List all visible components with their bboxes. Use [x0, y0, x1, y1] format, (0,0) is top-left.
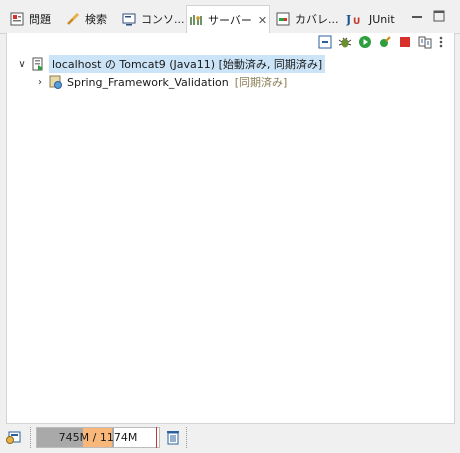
start-server-icon[interactable] [358, 35, 372, 49]
junit-icon: JU [345, 12, 364, 27]
web-module-icon [49, 75, 63, 89]
tree-row-module[interactable]: › Spring_Framework_Validation [同期済み] [15, 73, 454, 91]
coverage-icon [276, 12, 290, 26]
svg-text:U: U [353, 17, 360, 26]
maximize-icon[interactable] [432, 9, 446, 23]
tab-label: カバレ... [295, 13, 339, 26]
search-icon [66, 12, 80, 26]
heap-status-bar[interactable]: 745M / 1174M [36, 427, 160, 448]
servers-icon [189, 13, 203, 27]
tab-junit[interactable]: JU JUnit [344, 6, 397, 32]
stop-server-icon[interactable] [398, 35, 412, 49]
view-menu-icon[interactable] [438, 35, 444, 49]
tree-row-server[interactable]: ∨ localhost の Tomcat9 (Java11) [始動済み, 同期… [15, 55, 454, 73]
tab-search[interactable]: 検索 [64, 6, 109, 32]
view-tab-bar: 問題 検索 コンソ... サーバー ✕ カバレ... JU JUnit [0, 0, 460, 35]
chevron-right-icon[interactable]: › [33, 77, 47, 88]
publish-icon[interactable] [418, 35, 432, 49]
heap-text: 745M / 1174M [58, 431, 138, 444]
debug-icon[interactable] [338, 35, 352, 49]
module-state: [同期済み] [234, 76, 288, 89]
collapse-all-icon[interactable] [318, 35, 332, 49]
server-tree: ∨ localhost の Tomcat9 (Java11) [始動済み, 同期… [15, 55, 454, 91]
tab-label: JUnit [369, 12, 395, 26]
server-label: localhost の Tomcat9 (Java11) [52, 58, 216, 71]
minimize-icon[interactable] [410, 9, 424, 23]
view-toolbar [318, 35, 444, 49]
module-label: Spring_Framework_Validation [67, 75, 229, 89]
chevron-down-icon[interactable]: ∨ [15, 59, 29, 70]
tomcat-server-icon [31, 57, 45, 71]
tab-label: 検索 [85, 13, 107, 26]
heap-max-marker [156, 427, 157, 448]
status-divider [186, 427, 189, 448]
server-state: [始動済み, 同期済み] [218, 58, 323, 71]
console-icon [122, 12, 136, 26]
garbage-collect-icon[interactable] [165, 429, 181, 445]
servers-view: ∨ localhost の Tomcat9 (Java11) [始動済み, 同期… [6, 33, 455, 424]
tab-label: コンソ... [141, 13, 185, 26]
tab-label: サーバー [208, 14, 252, 27]
tab-label: 問題 [29, 13, 51, 26]
tab-coverage[interactable]: カバレ... [274, 6, 341, 32]
close-tab-icon[interactable]: ✕ [258, 14, 267, 27]
tab-problems[interactable]: 問題 [8, 6, 53, 32]
svg-text:J: J [346, 13, 351, 26]
show-view-icon[interactable] [5, 429, 21, 445]
status-bar: 745M / 1174M [0, 424, 460, 453]
tab-servers[interactable]: サーバー ✕ [186, 5, 271, 35]
server-label-selection: localhost の Tomcat9 (Java11) [始動済み, 同期済み… [49, 55, 326, 73]
tab-console[interactable]: コンソ... [120, 6, 187, 32]
problems-icon [10, 12, 24, 26]
status-divider [30, 427, 33, 448]
profile-icon[interactable] [378, 35, 392, 49]
